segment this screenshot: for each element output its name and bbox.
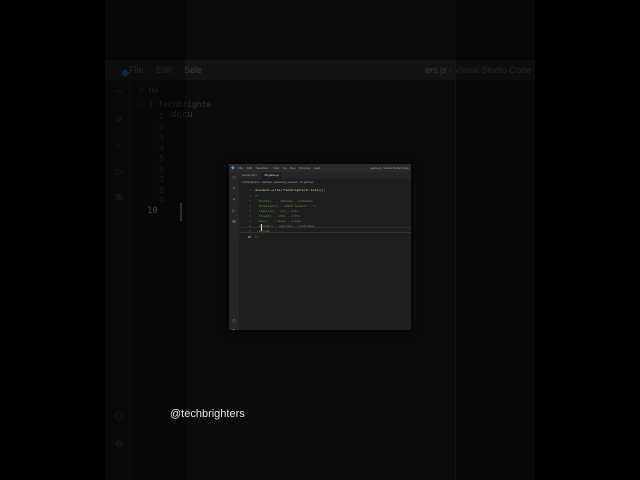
explorer-icon[interactable]: ❐ [231, 175, 237, 181]
line-number: 3 [249, 199, 251, 203]
menu-help[interactable]: Help [314, 164, 320, 172]
dim-overlay-right [456, 0, 535, 480]
tab-game-html[interactable]: Game.html [239, 172, 260, 179]
window-title: game.js - Visual Studio Code [370, 166, 409, 170]
line-number: 6 [249, 214, 251, 218]
code-line: sup() - <sup>...</sup> [255, 219, 302, 223]
editor-tabs: Game.html JS game.js [239, 172, 411, 179]
line-number: 7 [249, 219, 251, 223]
account-icon[interactable]: ◯ [231, 318, 237, 324]
current-line-highlight [239, 227, 411, 233]
code-line: fontcolor() - <font color="..."> [255, 204, 317, 208]
activity-bar: ❐ ⌕ ⑂ ▷ ⊞ ◯ ⚙ [229, 172, 239, 330]
watermark: @techbrighters [170, 408, 245, 420]
menu-go[interactable]: Go [283, 164, 287, 172]
menu-file[interactable]: File [238, 164, 243, 172]
text-cursor-icon [261, 224, 262, 231]
menu-run[interactable]: Run [290, 164, 296, 172]
code-line: */ [255, 235, 259, 239]
search-icon[interactable]: ⌕ [231, 186, 237, 192]
line-number: 5 [249, 209, 251, 213]
titlebar: ◆ File Edit Selection View Go Run Termin… [229, 164, 411, 172]
menu-view[interactable]: View [273, 164, 279, 172]
code-line: italics() - <i>...</i> [255, 209, 299, 213]
line-number: 2 [249, 194, 251, 198]
vscode-logo-icon: ◆ [231, 165, 235, 171]
line-number: 4 [249, 204, 251, 208]
code-line: /* [255, 194, 259, 198]
line-number: 1 [249, 188, 251, 192]
tab-game-js[interactable]: JS game.js [261, 172, 282, 179]
bg-menu-selection: Sele [184, 65, 203, 75]
extensions-icon[interactable]: ⊞ [231, 219, 237, 225]
code-line: document.write("Techbrighters".bold()); [255, 188, 326, 192]
gear-icon[interactable]: ⚙ [231, 328, 237, 330]
line-number: 10 [247, 235, 251, 239]
source-control-icon[interactable]: ⑂ [231, 197, 237, 203]
vscode-window: ◆ File Edit Selection View Go Run Termin… [229, 164, 411, 330]
run-debug-icon[interactable]: ▷ [231, 208, 237, 214]
menu-selection[interactable]: Selection [256, 164, 268, 172]
menu-edit[interactable]: Edit [247, 164, 252, 172]
code-line: fixed() - <tt>...</tt> [255, 214, 301, 218]
code-editor[interactable]: 1 document.write("Techbrighters".bold())… [239, 184, 411, 330]
menu-terminal[interactable]: Terminal [299, 164, 310, 172]
code-line: blink() - <blink>...</blink> [255, 199, 313, 203]
